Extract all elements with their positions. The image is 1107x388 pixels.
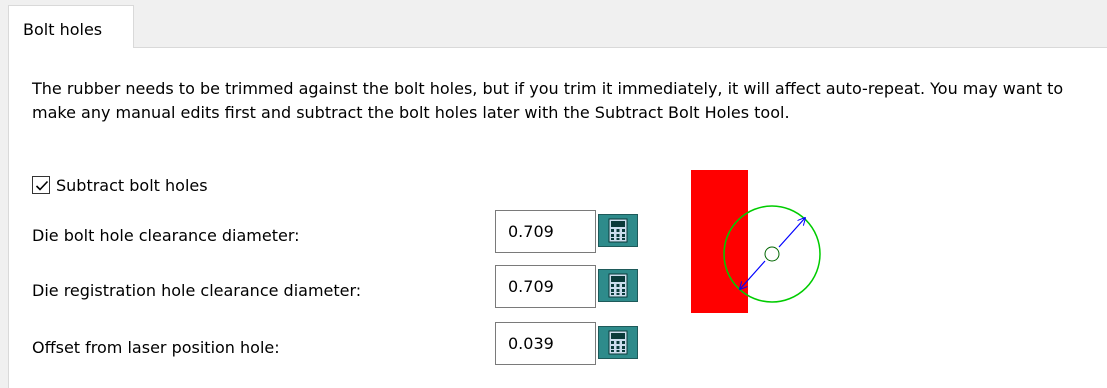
- offset-laser-position-calculator-button[interactable]: [598, 326, 638, 359]
- tab-label: Bolt holes: [23, 20, 103, 39]
- die-bolt-hole-clearance-input[interactable]: 0.709: [495, 210, 596, 253]
- tab-bolt-holes[interactable]: Bolt holes: [8, 5, 134, 48]
- die-registration-hole-clearance-input[interactable]: 0.709: [495, 265, 596, 308]
- description-text: The rubber needs to be trimmed against t…: [32, 79, 1064, 122]
- offset-laser-position-hole-input[interactable]: 0.039: [495, 322, 596, 365]
- calculator-icon: [608, 273, 628, 298]
- diameter-arrow-upper: [778, 218, 805, 248]
- die-bolt-hole-calculator-button[interactable]: [598, 214, 638, 247]
- bolt-hole-center: [764, 246, 780, 262]
- subtract-bolt-holes-option[interactable]: Subtract bolt holes: [32, 173, 208, 197]
- die-registration-hole-clearance-label: Die registration hole clearance diameter…: [32, 281, 362, 300]
- die-registration-hole-calculator-button[interactable]: [598, 269, 638, 302]
- subtract-bolt-holes-label: Subtract bolt holes: [56, 175, 208, 195]
- rubber-region: [691, 170, 748, 313]
- bolt-hole-diagram: [691, 170, 821, 313]
- calculator-icon: [608, 218, 628, 243]
- calculator-icon: [608, 330, 628, 355]
- die-bolt-hole-clearance-label: Die bolt hole clearance diameter:: [32, 226, 300, 245]
- subtract-bolt-holes-checkbox[interactable]: [32, 176, 50, 194]
- offset-laser-position-hole-label: Offset from laser position hole:: [32, 338, 280, 357]
- checkmark-icon: [35, 180, 49, 191]
